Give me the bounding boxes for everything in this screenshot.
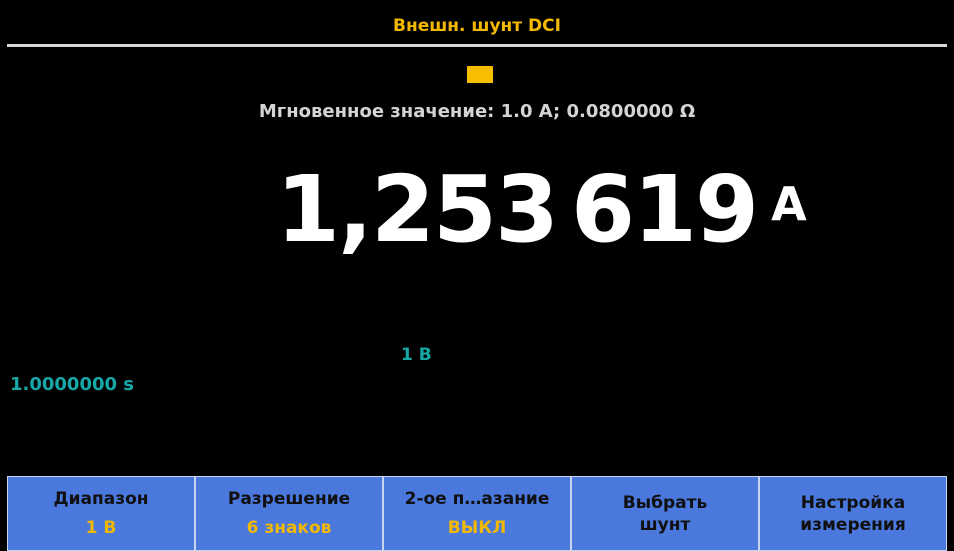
reading-main-digits: 1,253	[276, 156, 559, 263]
range-label: 1 В	[401, 345, 432, 365]
softkey-range[interactable]: Диапазон 1 В	[7, 476, 195, 551]
softkey-select-shunt-line2: шунт	[639, 514, 691, 535]
softkey-select-shunt-line1: Выбрать	[622, 492, 708, 513]
softkey-measure-setup[interactable]: Настройка измерения	[759, 476, 947, 551]
softkey-secondary-display-label: 2-ое п…азание	[404, 488, 550, 509]
softkey-measure-setup-line2: измерения	[800, 514, 906, 535]
aperture-time: 1.0000000 s	[10, 374, 135, 395]
reading-unit: A	[771, 177, 807, 231]
main-reading: 1,253 619 A	[276, 160, 807, 260]
softkey-select-shunt[interactable]: Выбрать шунт	[571, 476, 759, 551]
status-indicator	[467, 66, 493, 83]
page-title: Внешн. шунт DCI	[393, 15, 561, 36]
softkey-resolution-value: 6 знаков	[246, 517, 332, 538]
softkey-secondary-display[interactable]: 2-ое п…азание ВЫКЛ	[383, 476, 571, 551]
reading-rest-digits: 619	[571, 156, 759, 263]
instant-value: Мгновенное значение: 1.0 A; 0.0800000 Ω	[258, 101, 696, 122]
softkey-resolution-label: Разрешение	[227, 488, 351, 509]
softkey-range-value: 1 В	[85, 517, 117, 538]
softkey-range-label: Диапазон	[53, 488, 149, 509]
softkey-resolution[interactable]: Разрешение 6 знаков	[195, 476, 383, 551]
softkey-secondary-display-value: ВЫКЛ	[447, 517, 507, 538]
title-bar: Внешн. шунт DCI	[7, 7, 947, 47]
softkey-bar: Диапазон 1 В Разрешение 6 знаков 2-ое п……	[7, 476, 947, 551]
softkey-measure-setup-line1: Настройка	[800, 492, 906, 513]
